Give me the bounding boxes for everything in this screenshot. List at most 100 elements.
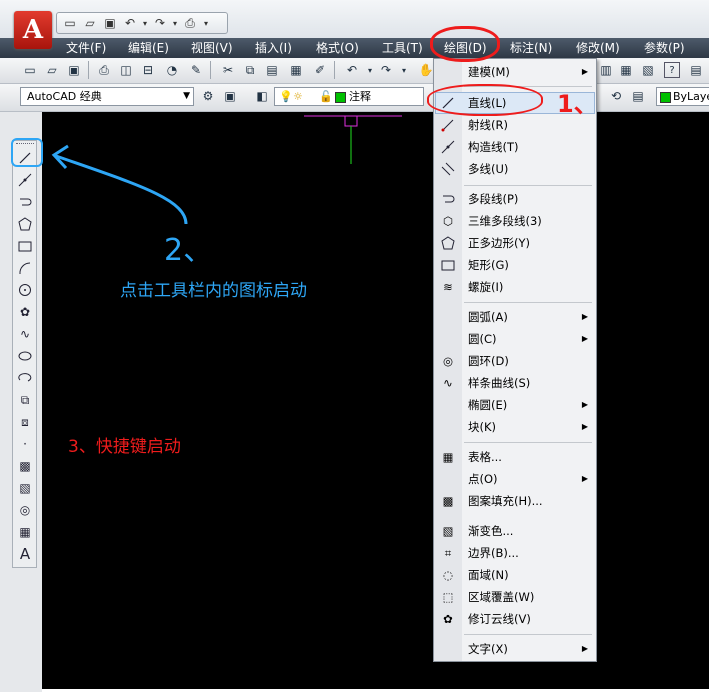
layer-previous-icon[interactable]: ⟲ — [608, 88, 624, 104]
open-icon[interactable]: ▱ — [81, 15, 99, 31]
color-select[interactable]: ByLaye — [656, 87, 709, 106]
menu-file[interactable]: 文件(F) — [66, 38, 106, 58]
edit-icon[interactable]: ✎ — [188, 62, 204, 78]
construction-line-icon[interactable] — [16, 171, 34, 189]
menu-item-point[interactable]: 点(O) ▶ — [434, 469, 596, 489]
undo-icon[interactable]: ↶ — [121, 15, 139, 31]
polyline-icon — [440, 191, 456, 207]
menu-item-modeling[interactable]: 建模(M) ▶ — [434, 62, 596, 82]
menu-item-polygon[interactable]: 正多边形(Y) — [434, 233, 596, 253]
save-icon[interactable]: ▣ — [101, 15, 119, 31]
dropdown-icon[interactable]: ▾ — [171, 15, 179, 31]
layer-select[interactable]: 💡 ☼ 🔓 注释 — [274, 87, 424, 106]
menu-item-donut[interactable]: ◎ 圆环(D) — [434, 351, 596, 371]
dropdown-icon[interactable]: ▾ — [201, 15, 211, 31]
menu-item-label: 点(O) — [468, 472, 498, 486]
redo-icon[interactable]: ↷ — [151, 15, 169, 31]
plot-preview-icon[interactable]: ◫ — [118, 62, 134, 78]
spline-icon[interactable]: ∿ — [16, 325, 34, 343]
workspace-select[interactable]: AutoCAD 经典 ▼ — [20, 87, 194, 106]
menu-item-boundary[interactable]: ⌗ 边界(B)... — [434, 543, 596, 563]
circle-icon[interactable] — [16, 281, 34, 299]
ellipse-icon[interactable] — [16, 347, 34, 365]
undo-icon[interactable]: ↶ — [344, 62, 360, 78]
menu-item-wipeout[interactable]: ⬚ 区域覆盖(W) — [434, 587, 596, 607]
menu-item-block[interactable]: 块(K) ▶ — [434, 417, 596, 437]
autocad-logo-icon[interactable]: A — [14, 11, 52, 49]
menu-item-rectangle[interactable]: 矩形(G) — [434, 255, 596, 275]
insert-block-icon[interactable]: ⧉ — [16, 391, 34, 409]
menu-item-gradient[interactable]: ▧ 渐变色... — [434, 521, 596, 541]
polygon-icon[interactable] — [16, 215, 34, 233]
new-icon[interactable]: ▭ — [22, 62, 38, 78]
plot-icon[interactable]: ⎙ — [96, 62, 112, 78]
help-icon[interactable]: ? — [664, 62, 680, 78]
menu-view[interactable]: 视图(V) — [191, 38, 233, 58]
layer-manager-icon[interactable]: ◧ — [254, 88, 270, 104]
save-icon[interactable]: ▣ — [66, 62, 82, 78]
menu-item-table[interactable]: ▦ 表格... — [434, 447, 596, 467]
revcloud-icon[interactable]: ✿ — [16, 303, 34, 321]
open-icon[interactable]: ▱ — [44, 62, 60, 78]
3d-dwf-icon[interactable]: ◔ — [164, 62, 180, 78]
menu-item-polyline[interactable]: 多段线(P) — [434, 189, 596, 209]
menu-tools[interactable]: 工具(T) — [382, 38, 423, 58]
polyline-icon[interactable] — [16, 193, 34, 211]
menu-item-3d-polyline[interactable]: ⬡ 三维多段线(3) — [434, 211, 596, 231]
menu-item-revcloud[interactable]: ✿ 修订云线(V) — [434, 609, 596, 629]
menu-item-hatch[interactable]: ▩ 图案填充(H)... — [434, 491, 596, 511]
properties-icon[interactable]: ▥ — [598, 62, 614, 78]
menu-item-helix[interactable]: ≋ 螺旋(I) — [434, 277, 596, 297]
menu-edit[interactable]: 编辑(E) — [128, 38, 169, 58]
rectangle-icon[interactable] — [16, 237, 34, 255]
menu-format[interactable]: 格式(O) — [316, 38, 359, 58]
menu-item-region[interactable]: ◌ 面域(N) — [434, 565, 596, 585]
gradient-icon[interactable]: ▧ — [16, 479, 34, 497]
workspace-lock-icon[interactable]: ▣ — [222, 88, 238, 104]
layer-state-icon[interactable]: ▤ — [630, 88, 646, 104]
menu-item-text[interactable]: 文字(X) ▶ — [434, 639, 596, 659]
draw-toolbar: ✿ ∿ ⧉ ⧈ · ▩ ▧ ◎ ▦ A — [12, 140, 37, 568]
pan-icon[interactable]: ✋ — [418, 62, 434, 78]
chevron-down-icon: ▼ — [183, 91, 190, 101]
menu-insert[interactable]: 插入(I) — [255, 38, 292, 58]
dropdown-icon[interactable]: ▾ — [396, 62, 412, 78]
match-properties-icon[interactable]: ✐ — [312, 62, 328, 78]
menu-modify[interactable]: 修改(M) — [576, 38, 620, 58]
copy-icon[interactable]: ⧉ — [242, 62, 258, 78]
menu-item-circle[interactable]: 圆(C) ▶ — [434, 329, 596, 349]
menu-parameter[interactable]: 参数(P) — [644, 38, 685, 58]
redo-icon[interactable]: ↷ — [378, 62, 394, 78]
menu-item-arc[interactable]: 圆弧(A) ▶ — [434, 307, 596, 327]
arc-icon[interactable] — [16, 259, 34, 277]
menu-dimension[interactable]: 标注(N) — [510, 38, 552, 58]
point-icon[interactable]: · — [16, 435, 34, 453]
table-icon[interactable]: ▦ — [16, 523, 34, 541]
make-block-icon[interactable]: ⧈ — [16, 413, 34, 431]
layer-on-icon: 💡 — [279, 90, 293, 103]
text-icon[interactable]: A — [16, 545, 34, 563]
dropdown-icon[interactable]: ▾ — [362, 62, 378, 78]
hatch-icon[interactable]: ▩ — [16, 457, 34, 475]
menu-item-spline[interactable]: ∿ 样条曲线(S) — [434, 373, 596, 393]
workspace-settings-icon[interactable]: ⚙ — [200, 88, 216, 104]
menu-item-label: 多线(U) — [468, 162, 509, 176]
markup-icon[interactable]: ▧ — [640, 62, 656, 78]
dropdown-icon[interactable]: ▾ — [141, 15, 149, 31]
more-icon[interactable]: ▤ — [688, 62, 704, 78]
menu-item-ellipse[interactable]: 椭圆(E) ▶ — [434, 395, 596, 415]
cut-icon[interactable]: ✂ — [220, 62, 236, 78]
annotation-arrow — [51, 144, 188, 225]
paste-block-icon[interactable]: ▦ — [288, 62, 304, 78]
menu-item-construction-line[interactable]: 构造线(T) — [434, 137, 596, 157]
region-icon[interactable]: ◎ — [16, 501, 34, 519]
new-icon[interactable]: ▭ — [61, 15, 79, 31]
submenu-arrow-icon: ▶ — [581, 474, 588, 483]
plot-icon[interactable]: ⎙ — [181, 15, 199, 31]
ellipse-arc-icon[interactable] — [16, 369, 34, 387]
publish-icon[interactable]: ⊟ — [140, 62, 156, 78]
paste-icon[interactable]: ▤ — [264, 62, 280, 78]
annotation-circle-draw-menu — [430, 26, 500, 62]
menu-item-multiline[interactable]: 多线(U) — [434, 159, 596, 179]
calculator-icon[interactable]: ▦ — [618, 62, 634, 78]
